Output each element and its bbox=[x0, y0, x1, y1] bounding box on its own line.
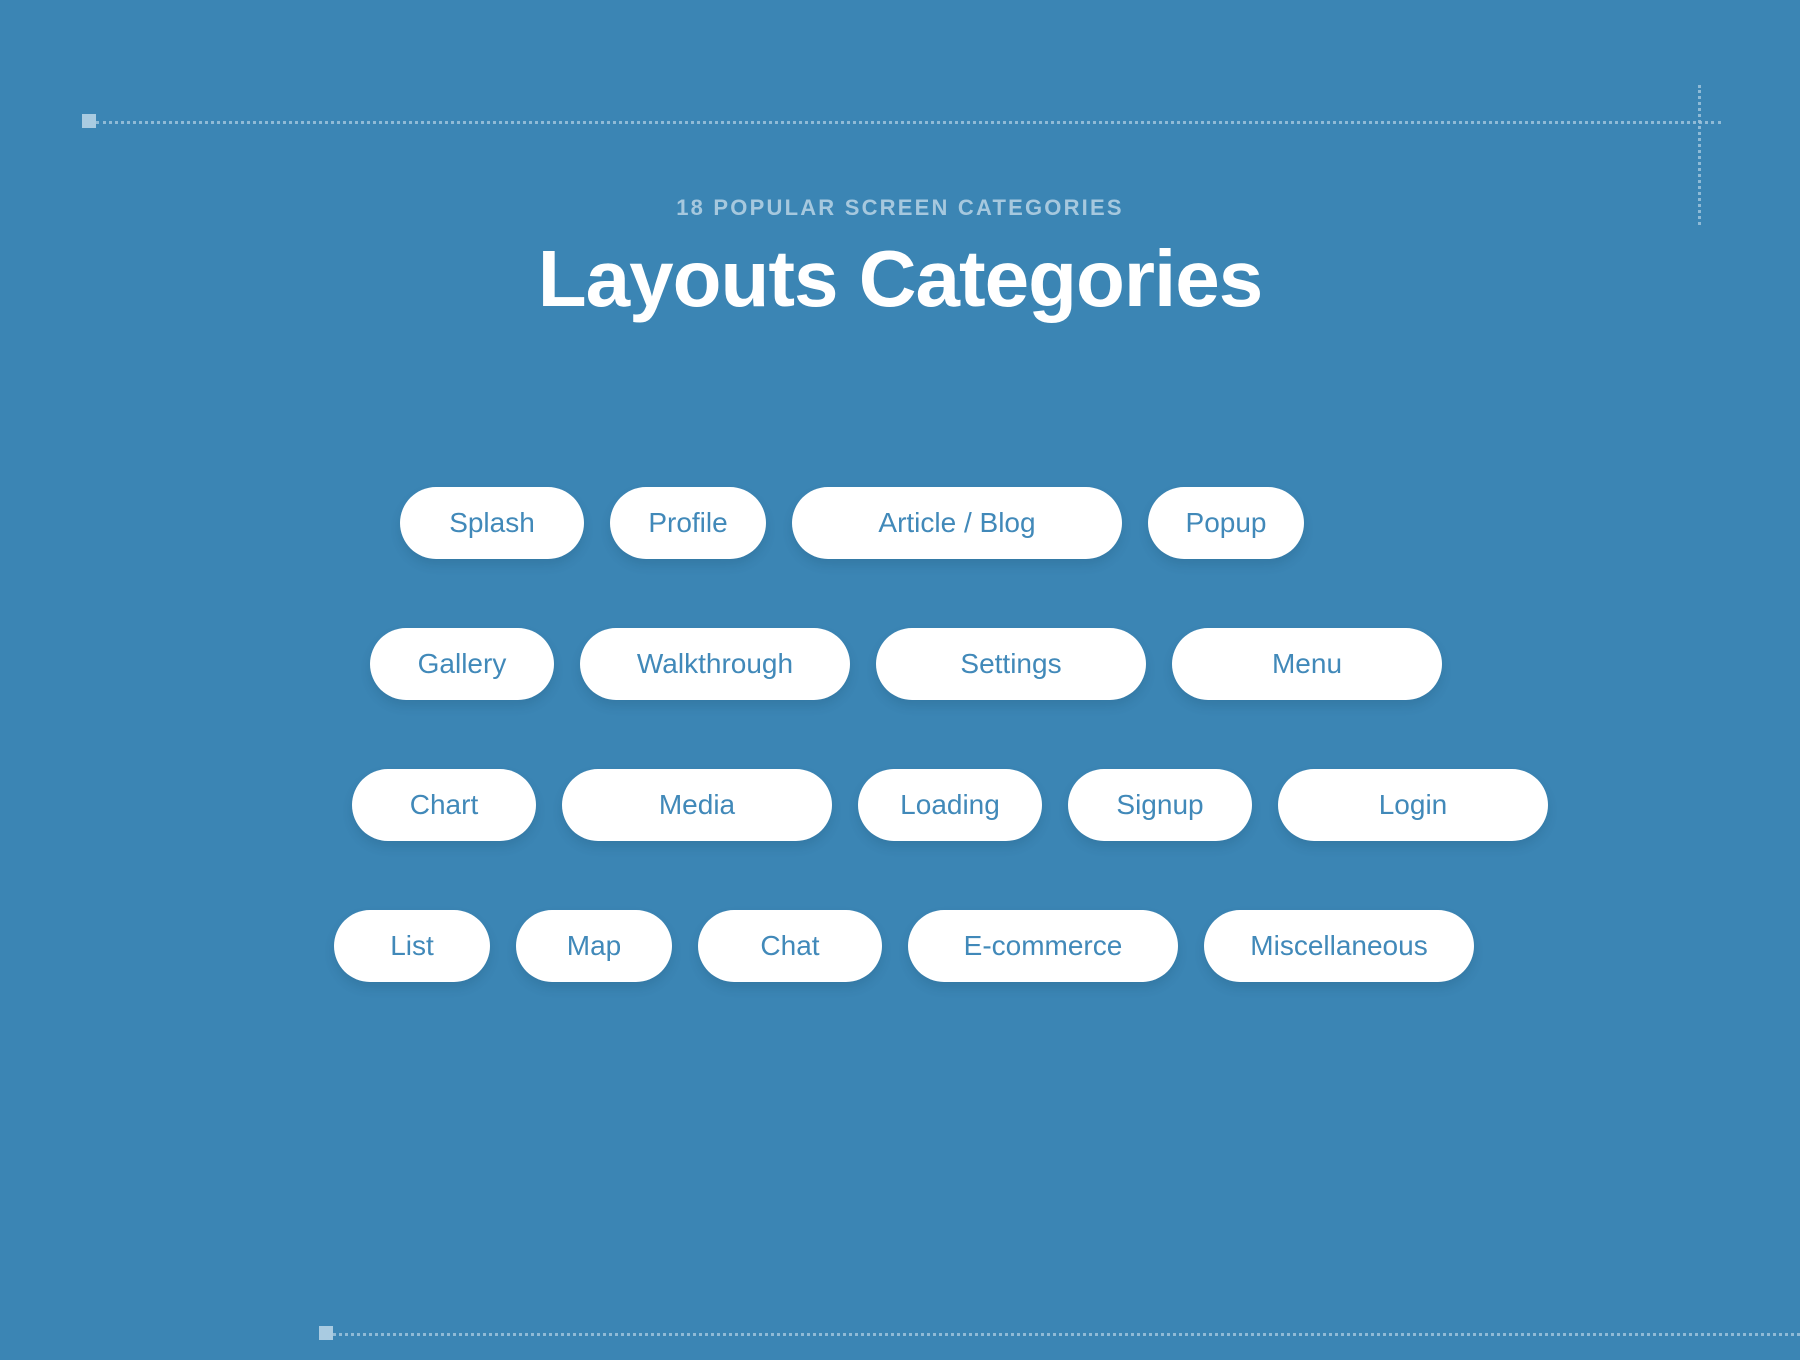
category-pill-profile[interactable]: Profile bbox=[610, 487, 766, 559]
pill-row: Gallery Walkthrough Settings Menu bbox=[0, 628, 1800, 700]
category-pill-login[interactable]: Login bbox=[1278, 769, 1548, 841]
guide-handle-bottom[interactable] bbox=[319, 1326, 333, 1340]
category-pill-map[interactable]: Map bbox=[516, 910, 672, 982]
guide-handle-top[interactable] bbox=[82, 114, 96, 128]
category-pill-chart[interactable]: Chart bbox=[352, 769, 536, 841]
category-pill-signup[interactable]: Signup bbox=[1068, 769, 1252, 841]
header-eyebrow: 18 POPULAR SCREEN CATEGORIES bbox=[676, 195, 1124, 220]
category-pill-grid: Splash Profile Article / Blog Popup Gallery… bbox=[0, 487, 1800, 982]
pill-row: Chart Media Loading Signup Login bbox=[0, 769, 1800, 841]
category-pill-popup[interactable]: Popup bbox=[1148, 487, 1304, 559]
category-pill-e-commerce[interactable]: E-commerce bbox=[908, 910, 1178, 982]
category-pill-chat[interactable]: Chat bbox=[698, 910, 882, 982]
category-pill-list[interactable]: List bbox=[334, 910, 490, 982]
pill-row: Splash Profile Article / Blog Popup bbox=[0, 487, 1800, 559]
guide-line-horizontal-top bbox=[96, 121, 1721, 124]
category-pill-splash[interactable]: Splash bbox=[400, 487, 584, 559]
category-pill-walkthrough[interactable]: Walkthrough bbox=[580, 628, 850, 700]
category-pill-settings[interactable]: Settings bbox=[876, 628, 1146, 700]
category-pill-gallery[interactable]: Gallery bbox=[370, 628, 554, 700]
category-pill-loading[interactable]: Loading bbox=[858, 769, 1042, 841]
category-pill-miscellaneous[interactable]: Miscellaneous bbox=[1204, 910, 1474, 982]
header: 18 POPULAR SCREEN CATEGORIES Layouts Cat… bbox=[0, 195, 1800, 321]
category-pill-media[interactable]: Media bbox=[562, 769, 832, 841]
page-title: Layouts Categories bbox=[537, 234, 1263, 324]
pill-row: List Map Chat E-commerce Miscellaneous bbox=[0, 910, 1800, 982]
guide-line-horizontal-bottom bbox=[333, 1333, 1800, 1336]
category-pill-article-blog[interactable]: Article / Blog bbox=[792, 487, 1122, 559]
category-pill-menu[interactable]: Menu bbox=[1172, 628, 1442, 700]
